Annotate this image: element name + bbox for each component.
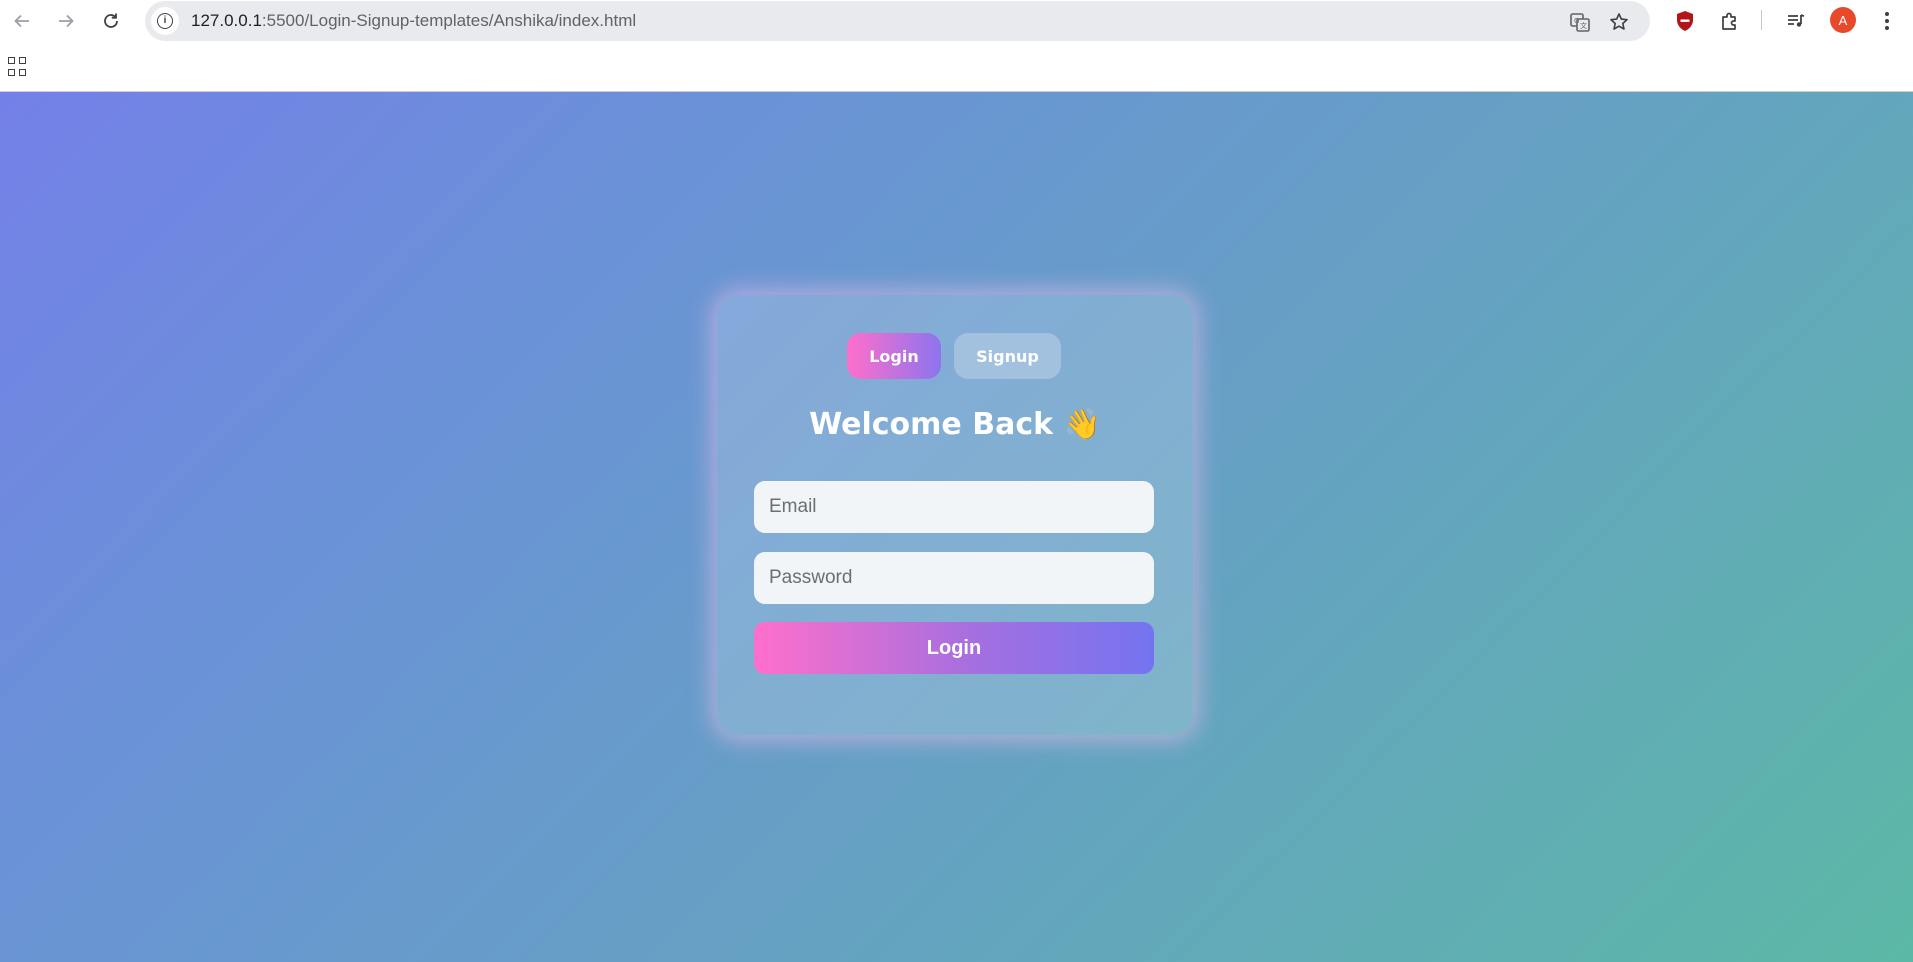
url-text[interactable]: 127.0.0.1:5500/Login-Signup-templates/An… (191, 11, 636, 31)
page-viewport: Login Signup Welcome Back 👋 Login (0, 91, 1913, 962)
browser-menu-button[interactable] (1872, 6, 1902, 36)
kebab-menu-icon (1885, 12, 1889, 30)
url-host: 127.0.0.1 (191, 11, 262, 30)
translate-icon: G文 (1570, 13, 1590, 32)
info-icon: i (157, 13, 173, 29)
media-queue-icon (1788, 14, 1805, 27)
apps-grid-cell (8, 68, 15, 76)
star-icon (1610, 13, 1628, 30)
auth-card: Login Signup Welcome Back 👋 Login (717, 295, 1193, 735)
tab-signup[interactable]: Signup (954, 333, 1061, 379)
forward-button[interactable] (50, 6, 82, 36)
arrow-right-icon (59, 14, 74, 28)
svg-text:文: 文 (1580, 21, 1587, 30)
arrow-left-icon (14, 14, 29, 28)
profile-avatar[interactable]: A (1830, 7, 1856, 33)
tab-login[interactable]: Login (847, 333, 941, 379)
login-submit-button[interactable]: Login (754, 622, 1154, 674)
shield-icon (1677, 11, 1693, 31)
puzzle-icon (1722, 12, 1736, 30)
apps-grid-cell (8, 57, 15, 64)
back-button[interactable] (6, 6, 38, 36)
email-field[interactable] (754, 481, 1154, 533)
extension-shield-button[interactable] (1670, 6, 1700, 36)
apps-grid-cell (19, 68, 26, 76)
browser-toolbar: i 127.0.0.1:5500/Login-Signup-templates/… (0, 0, 1913, 41)
reload-icon (104, 13, 118, 28)
toolbar-divider (1761, 10, 1762, 30)
page-title: Welcome Back 👋 (809, 407, 1101, 442)
media-queue-button[interactable] (1781, 6, 1811, 36)
apps-grid-cell (19, 57, 26, 64)
svg-text:G: G (1574, 17, 1579, 25)
apps-grid-icon[interactable] (6, 55, 30, 79)
url-path: :5500/Login-Signup-templates/Anshika/ind… (261, 11, 637, 30)
address-bar[interactable]: i 127.0.0.1:5500/Login-Signup-templates/… (145, 1, 1650, 41)
reload-button[interactable] (95, 6, 127, 36)
site-info-button[interactable]: i (151, 7, 179, 35)
translate-button[interactable]: G文 (1568, 10, 1592, 34)
extensions-button[interactable] (1715, 6, 1745, 36)
password-field[interactable] (754, 552, 1154, 604)
bookmark-star-button[interactable] (1607, 10, 1631, 34)
bookmarks-bar (0, 41, 1913, 91)
